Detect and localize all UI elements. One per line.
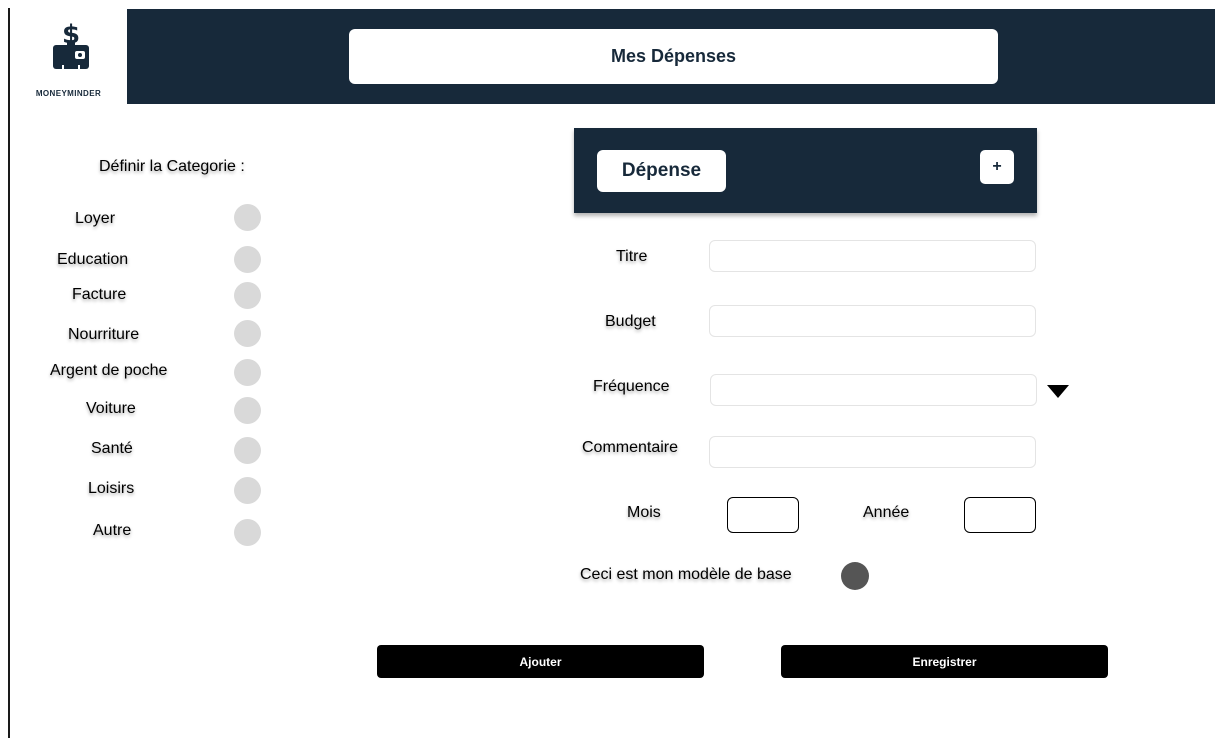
- add-expense-button[interactable]: +: [980, 150, 1014, 184]
- frequence-select[interactable]: [710, 374, 1037, 406]
- category-label-loyer: Loyer: [75, 210, 116, 227]
- category-label-voiture: Voiture: [86, 400, 136, 417]
- budget-label: Budget: [605, 313, 656, 330]
- category-radio-facture[interactable]: [234, 282, 261, 309]
- tab-depense[interactable]: Dépense: [597, 150, 726, 192]
- page-title: Mes Dépenses: [349, 29, 998, 84]
- mois-input[interactable]: [727, 497, 799, 533]
- enregistrer-button[interactable]: Enregistrer: [781, 645, 1108, 678]
- base-model-radio[interactable]: [841, 562, 869, 590]
- category-radio-loyer[interactable]: [234, 204, 261, 231]
- titre-label: Titre: [616, 248, 648, 265]
- category-radio-nourriture[interactable]: [234, 320, 261, 347]
- money-bag-logo-icon: $: [53, 21, 89, 69]
- category-label-facture: Facture: [72, 286, 127, 303]
- base-model-label: Ceci est mon modèle de base: [580, 566, 792, 583]
- category-label-autre: Autre: [93, 522, 132, 539]
- logo: $ MONEYMINDER: [10, 9, 127, 104]
- category-label-education: Education: [57, 251, 129, 268]
- titre-input[interactable]: [709, 240, 1036, 272]
- category-label-nourriture: Nourriture: [68, 326, 140, 343]
- commentaire-label: Commentaire: [582, 439, 679, 456]
- ajouter-button[interactable]: Ajouter: [377, 645, 704, 678]
- category-section-title: Définir la Categorie :: [99, 158, 245, 175]
- svg-text:$: $: [62, 21, 80, 50]
- category-radio-sante[interactable]: [234, 437, 261, 464]
- budget-input[interactable]: [709, 305, 1036, 337]
- category-radio-education[interactable]: [234, 246, 261, 273]
- category-radio-loisirs[interactable]: [234, 477, 261, 504]
- category-label-sante: Santé: [91, 440, 133, 457]
- category-radio-autre[interactable]: [234, 519, 261, 546]
- category-label-argent-de-poche: Argent de poche: [50, 362, 168, 379]
- frequence-dropdown-arrow-icon[interactable]: [1047, 385, 1069, 398]
- left-frame-border: [8, 8, 10, 738]
- category-radio-voiture[interactable]: [234, 397, 261, 424]
- annee-label: Année: [863, 504, 910, 521]
- commentaire-input[interactable]: [709, 436, 1036, 468]
- logo-text: MONEYMINDER: [35, 89, 102, 98]
- category-label-loisirs: Loisirs: [88, 480, 135, 497]
- annee-input[interactable]: [964, 497, 1036, 533]
- category-radio-argent-de-poche[interactable]: [234, 359, 261, 386]
- mois-label: Mois: [627, 504, 661, 521]
- frequence-label: Fréquence: [593, 378, 670, 395]
